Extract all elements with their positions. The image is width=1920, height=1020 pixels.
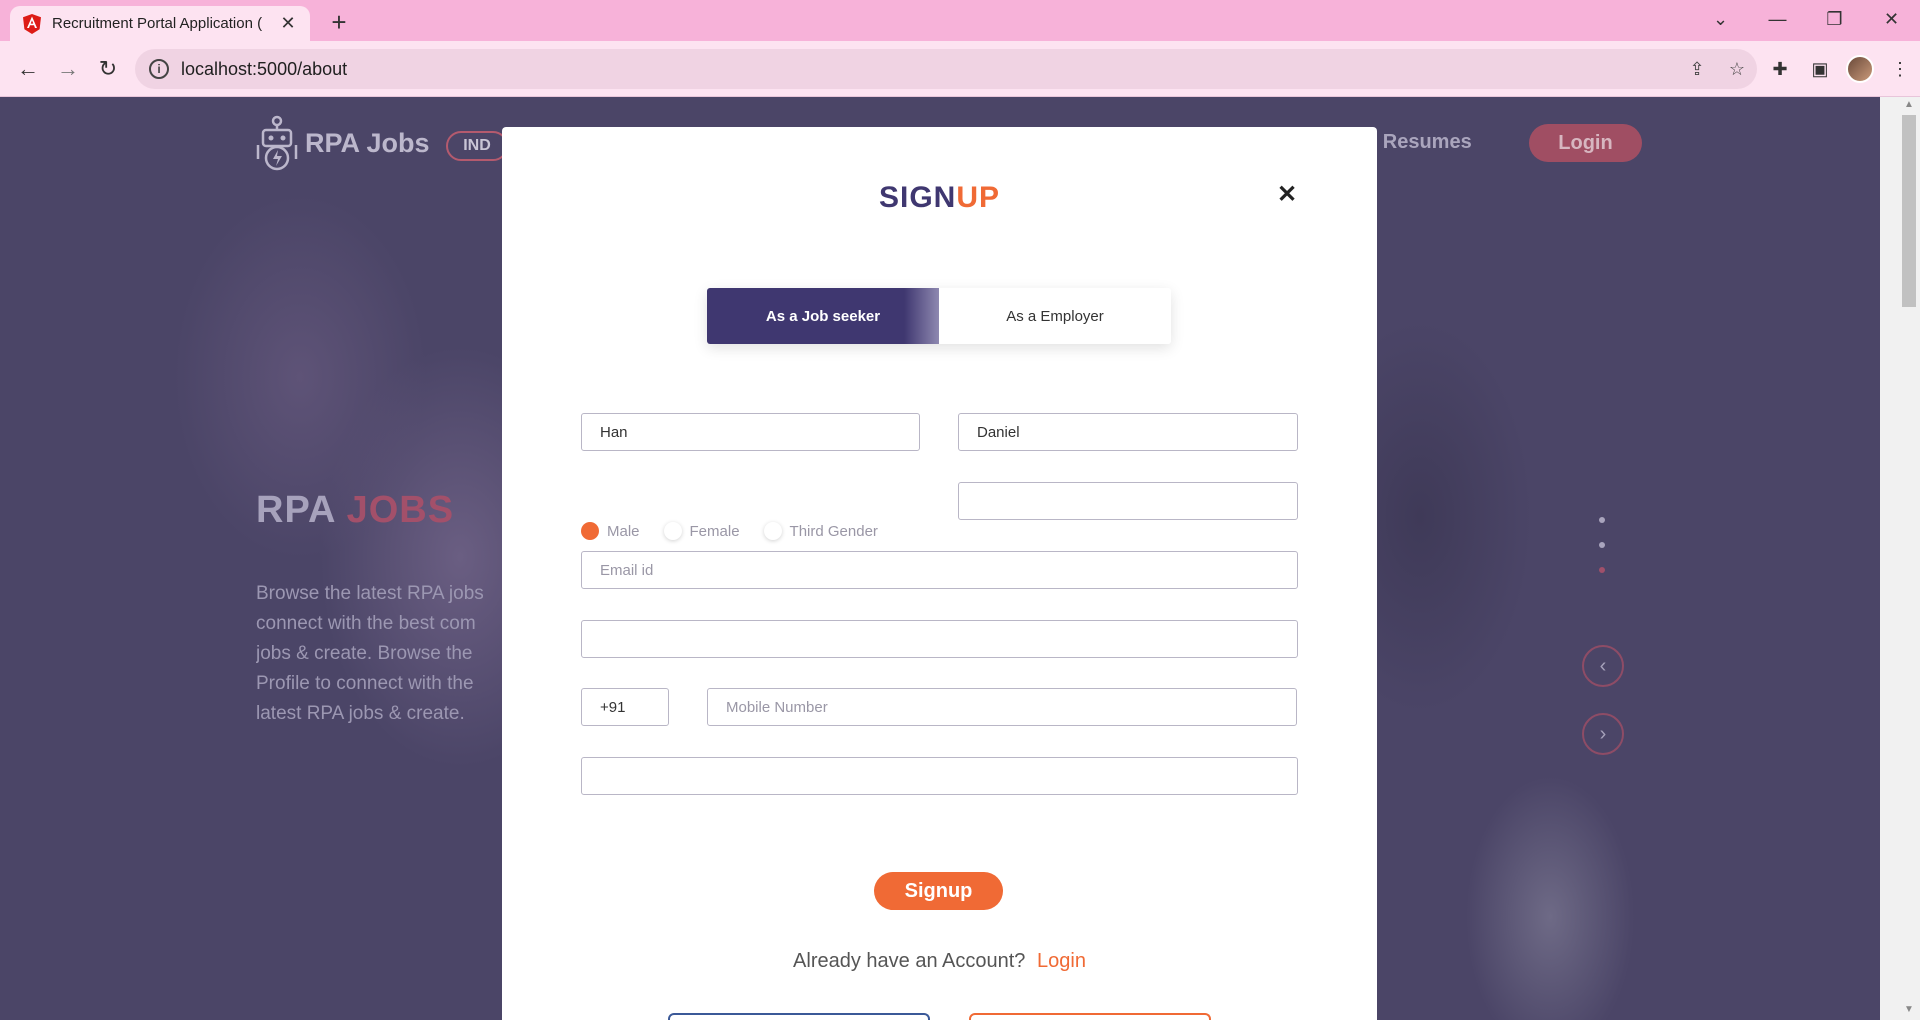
hero-description: Browse the latest RPA jobs connect with …	[256, 579, 506, 729]
radio-label-female: Female	[689, 522, 740, 540]
hero-title: RPA JOBS	[256, 489, 454, 532]
share-icon[interactable]: ⇪	[1677, 49, 1717, 89]
modal-title-up: UP	[956, 181, 1001, 214]
tab-title: Recruitment Portal Application (	[52, 15, 263, 32]
radio-unchecked-icon	[663, 522, 682, 540]
gender-radio-group: Male Female Third Gender	[581, 522, 902, 540]
social-login-button[interactable]	[969, 1013, 1211, 1020]
profile-avatar[interactable]	[1840, 49, 1880, 89]
restore-icon[interactable]: ❐	[1806, 0, 1863, 38]
password-field[interactable]	[581, 620, 1298, 658]
header-login-button[interactable]: Login	[1529, 124, 1642, 162]
logo-text: RPA Jobs	[305, 127, 430, 158]
carousel-dot-active[interactable]	[1599, 567, 1605, 573]
close-icon[interactable]: ✕	[1272, 179, 1302, 209]
social-login-button[interactable]	[668, 1013, 930, 1020]
angular-icon	[22, 13, 42, 34]
tab-job-seeker[interactable]: As a Job seeker	[707, 288, 939, 344]
radio-label-third-gender: Third Gender	[789, 522, 878, 540]
signup-button[interactable]: Signup	[874, 872, 1003, 910]
hero-title-accent: JOBS	[346, 489, 455, 531]
site-info-icon[interactable]: i	[149, 59, 169, 79]
browser-tab-bar: Recruitment Portal Application ( ✕ + ⌄ —…	[0, 0, 1920, 41]
hero-desc-line: Browse the latest RPA jobs	[256, 583, 484, 604]
page-scrollbar[interactable]: ▲ ▼	[1880, 97, 1920, 1020]
extensions-icon[interactable]: ✚	[1760, 49, 1800, 89]
carousel-next-icon[interactable]: ›	[1582, 713, 1624, 755]
radio-unchecked-icon	[763, 522, 782, 540]
mobile-number-field[interactable]: Mobile Number	[707, 688, 1297, 726]
first-name-field[interactable]: Han	[581, 413, 920, 451]
hero-desc-line: Profile to connect with the	[256, 673, 474, 694]
radio-male[interactable]: Male	[581, 522, 640, 540]
window-controls: ⌄ — ❐ ✕	[1692, 0, 1920, 41]
login-prompt: Already have an Account? Login	[502, 950, 1377, 973]
country-selector[interactable]: IND	[446, 131, 508, 161]
hero-title-main: RPA	[256, 489, 347, 531]
tab-employer[interactable]: As a Employer	[939, 288, 1171, 344]
scroll-thumb[interactable]	[1902, 115, 1916, 307]
radio-third-gender[interactable]: Third Gender	[763, 522, 878, 540]
modal-title: SIGNUP	[502, 181, 1377, 215]
tab-search-icon[interactable]: ⌄	[1692, 0, 1749, 38]
avatar	[1846, 55, 1874, 83]
country-code-field[interactable]: +91	[581, 688, 669, 726]
forward-icon[interactable]: →	[52, 53, 84, 85]
site-logo[interactable]: RPA Jobs	[255, 115, 430, 171]
menu-kebab-icon[interactable]: ⋮	[1880, 49, 1920, 89]
robot-icon	[256, 115, 298, 171]
nav-link-resumes[interactable]: d Resumes	[1365, 131, 1472, 154]
role-toggle: As a Job seeker As a Employer	[707, 288, 1171, 344]
confirm-password-field[interactable]	[581, 757, 1298, 795]
carousel-dot[interactable]	[1599, 542, 1605, 548]
radio-checked-icon	[581, 522, 599, 540]
modal-title-sign: SIGN	[878, 181, 957, 214]
side-panel-icon[interactable]: ▣	[1800, 49, 1840, 89]
scroll-down-icon[interactable]: ▼	[1902, 1004, 1916, 1018]
hero-desc-line: jobs & create. Browse the	[256, 643, 473, 664]
page-background: RPA Jobs IND d Resumes Login RPA JOBS Br…	[0, 97, 1880, 1020]
browser-toolbar: ← → ↻ i localhost:5000/about ⇪ ☆ ✚ ▣ ⋮	[0, 41, 1920, 97]
window-close-icon[interactable]: ✕	[1863, 0, 1920, 38]
radio-female[interactable]: Female	[663, 522, 740, 540]
modal-login-link[interactable]: Login	[1037, 950, 1086, 972]
last-name-field[interactable]: Daniel	[958, 413, 1298, 451]
address-bar[interactable]: i localhost:5000/about ⇪ ☆	[135, 49, 1757, 89]
radio-label-male: Male	[607, 522, 640, 540]
new-tab-icon[interactable]: +	[325, 7, 353, 37]
tab-close-icon[interactable]: ✕	[278, 13, 298, 34]
carousel-dot[interactable]	[1599, 517, 1605, 523]
reload-icon[interactable]: ↻	[92, 53, 124, 85]
bookmark-star-icon[interactable]: ☆	[1717, 49, 1757, 89]
account-prompt-text: Already have an Account?	[793, 950, 1026, 972]
minimize-icon[interactable]: —	[1749, 0, 1806, 38]
browser-tab[interactable]: Recruitment Portal Application ( ✕	[10, 6, 310, 41]
scroll-up-icon[interactable]: ▲	[1902, 99, 1916, 113]
email-field[interactable]: Email id	[581, 551, 1298, 589]
signup-modal: SIGNUP ✕ As a Job seeker As a Employer H…	[502, 127, 1377, 1020]
hero-desc-line: connect with the best com	[256, 613, 476, 634]
date-field[interactable]	[958, 482, 1298, 520]
carousel-prev-icon[interactable]: ‹	[1582, 645, 1624, 687]
back-icon[interactable]: ←	[12, 53, 44, 85]
hero-desc-line: latest RPA jobs & create.	[256, 703, 465, 724]
url-text: localhost:5000/about	[181, 58, 348, 79]
